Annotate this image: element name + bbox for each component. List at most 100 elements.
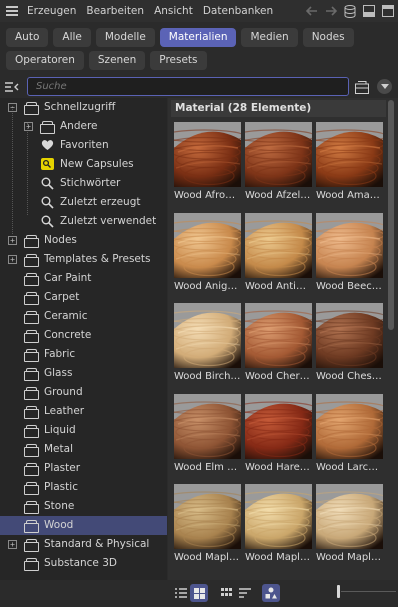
material-name: Wood Elm … <box>174 461 238 473</box>
tree-item-metal[interactable]: Metal <box>0 440 167 459</box>
material-thumbnail <box>316 303 383 368</box>
library-icon[interactable] <box>354 79 370 95</box>
tree-item-stone[interactable]: Stone <box>0 497 167 516</box>
expand-icon[interactable]: + <box>24 122 33 131</box>
tree-item-carpet[interactable]: Carpet <box>0 288 167 307</box>
tree-item-label: Fabric <box>44 348 76 360</box>
tree-item-label: Substance 3D <box>44 557 117 569</box>
filter-materialien-button[interactable]: Materialien <box>159 28 237 47</box>
tree-item-ceramic[interactable]: Ceramic <box>0 307 167 326</box>
collapse-icon[interactable]: − <box>8 103 17 112</box>
material-tile[interactable]: Wood Mapl… <box>316 484 383 566</box>
material-tile[interactable]: Wood Anig… <box>174 212 241 295</box>
material-tile[interactable]: Wood Afro… <box>174 122 241 204</box>
filter-medien-button[interactable]: Medien <box>241 28 298 47</box>
material-header: Material (28 Elemente) <box>171 100 386 117</box>
tree-item-standard-physical[interactable]: + Standard & Physical <box>0 535 167 554</box>
search-input[interactable]: Suche <box>27 77 349 96</box>
library-icon <box>24 330 39 343</box>
tree-item-label: Ceramic <box>44 310 88 322</box>
tree-item-nodes[interactable]: + Nodes <box>0 231 167 250</box>
expand-icon[interactable]: + <box>8 540 17 549</box>
filter-auto-button[interactable]: Auto <box>6 28 49 47</box>
filter-alle-button[interactable]: Alle <box>53 28 91 47</box>
library-icon <box>24 463 39 476</box>
library-icon <box>24 444 39 457</box>
material-thumbnail <box>316 122 383 187</box>
tree-item-andere[interactable]: + Andere <box>0 117 167 136</box>
material-tile[interactable]: Wood Cher… <box>245 303 312 385</box>
tree-item-favoriten[interactable]: Favoriten <box>0 136 167 155</box>
zoom-slider-handle[interactable] <box>337 585 340 598</box>
expand-icon[interactable]: + <box>8 236 17 245</box>
tree-item-label: Leather <box>44 405 85 417</box>
database-icon[interactable] <box>342 3 358 19</box>
tree-item-wood[interactable]: Wood <box>0 516 167 535</box>
window-icon[interactable] <box>380 3 396 19</box>
tree-item-zuletzt-erzeugt[interactable]: Zuletzt erzeugt <box>0 193 167 212</box>
material-name: Wood Beec… <box>316 280 382 292</box>
library-icon <box>24 102 39 115</box>
capsule-search-icon <box>40 157 54 171</box>
list-view-icon[interactable] <box>172 584 190 602</box>
material-tile[interactable]: Wood Larc… <box>316 393 383 476</box>
material-tile[interactable]: Wood Hare… <box>245 393 312 476</box>
hamburger-menu-icon[interactable] <box>2 0 22 22</box>
filter-szenen-button[interactable]: Szenen <box>88 51 146 70</box>
tree-item-schnellzugriff[interactable]: − Schnellzugriff <box>0 98 167 117</box>
menu-erzeugen[interactable]: Erzeugen <box>22 0 81 22</box>
dropdown-chevron-icon[interactable] <box>377 79 392 94</box>
library-icon <box>40 121 55 134</box>
tree-item-liquid[interactable]: Liquid <box>0 421 167 440</box>
tree-item-concrete[interactable]: Concrete <box>0 326 167 345</box>
tree-item-glass[interactable]: Glass <box>0 364 167 383</box>
menu-datenbanken[interactable]: Datenbanken <box>198 0 278 22</box>
filter-modelle-button[interactable]: Modelle <box>95 28 155 47</box>
tree-item-fabric[interactable]: Fabric <box>0 345 167 364</box>
material-tile[interactable]: Wood Elm … <box>174 393 241 476</box>
material-name: Wood Mapl… <box>245 552 310 563</box>
filter-nodes-button[interactable]: Nodes <box>302 28 354 47</box>
filter-row-2: Operatoren Szenen Presets <box>0 51 398 70</box>
tree-item-zuletzt-verwendet[interactable]: Zuletzt verwendet <box>0 212 167 231</box>
sort-list-icon[interactable] <box>236 584 254 602</box>
collapse-tree-icon[interactable] <box>4 79 20 95</box>
panel-icon[interactable] <box>361 3 377 19</box>
tree-item-ground[interactable]: Ground <box>0 383 167 402</box>
expand-icon[interactable]: + <box>8 255 17 264</box>
material-tile[interactable]: Wood Beec… <box>316 212 383 295</box>
material-tile[interactable]: Wood Ches… <box>316 303 383 385</box>
tree-item-plaster[interactable]: Plaster <box>0 459 167 478</box>
tree-item-plastic[interactable]: Plastic <box>0 478 167 497</box>
tree-item-stichw-rter[interactable]: Stichwörter <box>0 174 167 193</box>
library-icon <box>24 273 39 286</box>
tree-item-label: Stone <box>44 500 75 512</box>
tree-item-templates-presets[interactable]: + Templates & Presets <box>0 250 167 269</box>
material-thumbnail <box>174 122 241 187</box>
menu-ansicht[interactable]: Ansicht <box>149 0 198 22</box>
filter-types-icon[interactable] <box>262 584 280 602</box>
scrollbar[interactable] <box>388 100 394 330</box>
filter-operatoren-button[interactable]: Operatoren <box>6 51 84 70</box>
tree-item-substance-3d[interactable]: Substance 3D <box>0 554 167 573</box>
search-row: Suche <box>0 76 398 98</box>
material-tile[interactable]: Wood Mapl… <box>174 484 241 566</box>
menu-bearbeiten[interactable]: Bearbeiten <box>81 0 149 22</box>
arrow-left-icon[interactable] <box>304 3 320 19</box>
tree-item-label: Car Paint <box>44 272 92 284</box>
filter-presets-button[interactable]: Presets <box>150 51 207 70</box>
tree-item-label: Zuletzt erzeugt <box>60 196 141 208</box>
material-tile[interactable]: Wood Ama… <box>316 122 383 204</box>
tree-item-leather[interactable]: Leather <box>0 402 167 421</box>
material-thumbnail <box>174 212 241 278</box>
tree-item-car-paint[interactable]: Car Paint <box>0 269 167 288</box>
material-tile[interactable]: Wood Afzel… <box>245 122 312 204</box>
grid-view-icon[interactable] <box>190 584 208 602</box>
material-tile[interactable]: Wood Anti… <box>245 212 312 295</box>
material-tile[interactable]: Wood Mapl… <box>245 484 312 566</box>
sort-grid-icon[interactable] <box>218 584 236 602</box>
zoom-slider-track[interactable] <box>341 591 396 592</box>
arrow-right-icon[interactable] <box>323 3 339 19</box>
material-tile[interactable]: Wood Birch… <box>174 303 241 385</box>
tree-item-new-capsules[interactable]: New Capsules <box>0 155 167 174</box>
